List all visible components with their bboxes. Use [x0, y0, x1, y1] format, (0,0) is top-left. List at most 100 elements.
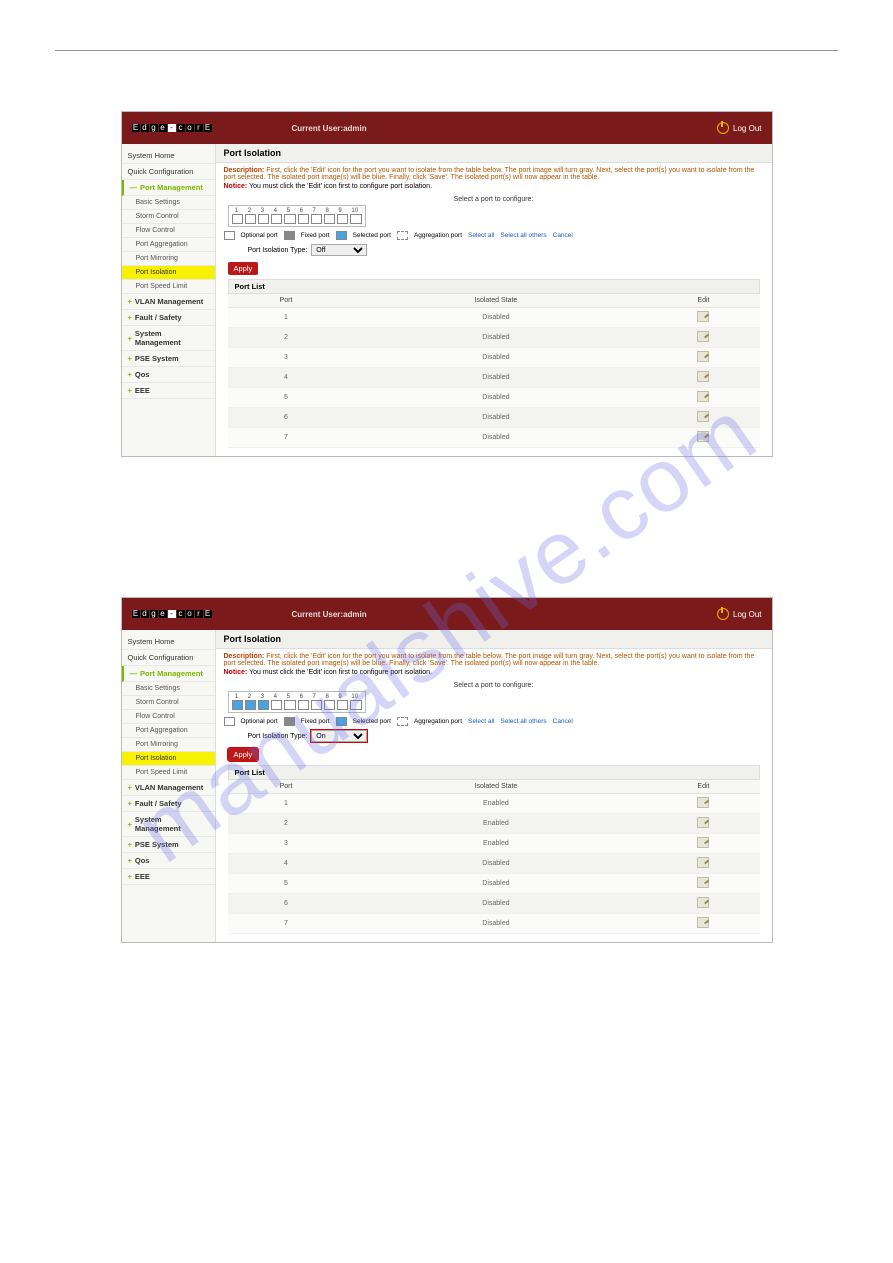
edit-icon[interactable] [697, 837, 709, 848]
cell-edit [647, 388, 759, 408]
sidebar-item-system-mgmt[interactable]: +System Management [122, 812, 215, 837]
logout-label: Log Out [733, 610, 761, 619]
current-user: Current User:admin [292, 610, 367, 619]
sidebar-item-pse-system[interactable]: +PSE System [122, 837, 215, 853]
sidebar-item-qos[interactable]: +Qos [122, 367, 215, 383]
sidebar-item-system-mgmt[interactable]: +System Management [122, 326, 215, 351]
sidebar-item-storm-control[interactable]: Storm Control [122, 696, 215, 710]
sidebar-item-fault-safety[interactable]: +Fault / Safety [122, 310, 215, 326]
select-all-others-link[interactable]: Select all others [500, 232, 546, 239]
cell-port: 7 [228, 428, 345, 448]
sidebar-item-flow-control[interactable]: Flow Control [122, 710, 215, 724]
isolation-type-select[interactable]: On [311, 730, 367, 742]
port-slot-5[interactable] [284, 214, 295, 224]
port-slot-4[interactable] [271, 214, 282, 224]
port-slot-7[interactable] [311, 214, 322, 224]
sidebar-item-storm-control[interactable]: Storm Control [122, 210, 215, 224]
panel-title: Port Isolation [216, 630, 772, 649]
sidebar-item-flow-control[interactable]: Flow Control [122, 224, 215, 238]
sidebar-item-port-aggregation[interactable]: Port Aggregation [122, 238, 215, 252]
sidebar-item-eee[interactable]: +EEE [122, 383, 215, 399]
select-all-others-link[interactable]: Select all others [500, 718, 546, 725]
edit-icon[interactable] [697, 797, 709, 808]
edit-icon[interactable] [697, 411, 709, 422]
sidebar-item-port-isolation[interactable]: Port Isolation [122, 266, 215, 280]
edit-icon[interactable] [697, 877, 709, 888]
brand-logo: Edge-corE [132, 124, 212, 132]
port-selector: 12345678910 [228, 205, 366, 227]
port-slot-3[interactable] [258, 214, 269, 224]
sidebar-item-port-speed-limit[interactable]: Port Speed Limit [122, 766, 215, 780]
sidebar-item-quick-config[interactable]: Quick Configuration [122, 650, 215, 666]
cell-port: 6 [228, 408, 345, 428]
sidebar: System Home Quick Configuration —Port Ma… [122, 144, 216, 456]
sidebar-item-quick-config[interactable]: Quick Configuration [122, 164, 215, 180]
edit-icon[interactable] [697, 371, 709, 382]
plus-icon: + [128, 872, 132, 881]
select-all-link[interactable]: Select all [468, 718, 494, 725]
port-slot-8[interactable] [324, 700, 335, 710]
sidebar-item-vlan[interactable]: +VLAN Management [122, 294, 215, 310]
screenshot-1: Edge-corE Current User:admin Log Out Sys… [121, 111, 773, 457]
port-slot-1[interactable] [232, 700, 243, 710]
edit-icon[interactable] [697, 857, 709, 868]
sidebar-item-port-mirroring[interactable]: Port Mirroring [122, 252, 215, 266]
sidebar-item-eee[interactable]: +EEE [122, 869, 215, 885]
port-list-title: Port List [228, 279, 760, 294]
sidebar-item-pse-system[interactable]: +PSE System [122, 351, 215, 367]
sidebar-item-basic-settings[interactable]: Basic Settings [122, 196, 215, 210]
sidebar-item-port-management[interactable]: —Port Management [122, 666, 215, 682]
edit-icon[interactable] [697, 351, 709, 362]
sidebar-item-system-home[interactable]: System Home [122, 634, 215, 650]
edit-icon[interactable] [697, 917, 709, 928]
sidebar-item-port-isolation[interactable]: Port Isolation [122, 752, 215, 766]
port-slot-3[interactable] [258, 700, 269, 710]
cancel-link[interactable]: Cancel [553, 718, 573, 725]
edit-icon[interactable] [697, 331, 709, 342]
table-row: 1Disabled [228, 308, 760, 328]
sidebar-item-system-home[interactable]: System Home [122, 148, 215, 164]
port-slot-6[interactable] [298, 214, 309, 224]
sidebar-item-port-speed-limit[interactable]: Port Speed Limit [122, 280, 215, 294]
sidebar-item-port-management[interactable]: —Port Management [122, 180, 215, 196]
edit-icon[interactable] [697, 391, 709, 402]
edit-icon[interactable] [697, 897, 709, 908]
logout-link[interactable]: Log Out [717, 608, 761, 620]
table-row: 3Enabled [228, 834, 760, 854]
sidebar-item-qos[interactable]: +Qos [122, 853, 215, 869]
aggregation-port-icon [397, 717, 408, 726]
minus-icon: — [130, 183, 138, 192]
port-slot-9[interactable] [337, 214, 348, 224]
port-slot-10[interactable] [350, 700, 361, 710]
port-slot-8[interactable] [324, 214, 335, 224]
apply-button[interactable]: Apply [228, 262, 259, 275]
isolation-type-select[interactable]: Off [311, 244, 367, 256]
port-slot-2[interactable] [245, 700, 256, 710]
edit-icon[interactable] [697, 311, 709, 322]
cancel-link[interactable]: Cancel [553, 232, 573, 239]
cell-state: Disabled [344, 328, 647, 348]
edit-icon[interactable] [697, 431, 709, 442]
port-slot-7[interactable] [311, 700, 322, 710]
cell-edit [647, 328, 759, 348]
sidebar-item-vlan[interactable]: +VLAN Management [122, 780, 215, 796]
logout-link[interactable]: Log Out [717, 122, 761, 134]
apply-button[interactable]: Apply [228, 748, 259, 761]
sidebar-item-basic-settings[interactable]: Basic Settings [122, 682, 215, 696]
port-slot-9[interactable] [337, 700, 348, 710]
port-slot-1[interactable] [232, 214, 243, 224]
select-all-link[interactable]: Select all [468, 232, 494, 239]
port-slot-10[interactable] [350, 214, 361, 224]
port-slot-4[interactable] [271, 700, 282, 710]
sidebar-item-port-aggregation[interactable]: Port Aggregation [122, 724, 215, 738]
port-slot-2[interactable] [245, 214, 256, 224]
sidebar-item-fault-safety[interactable]: +Fault / Safety [122, 796, 215, 812]
edit-icon[interactable] [697, 817, 709, 828]
port-slots [232, 214, 362, 224]
port-slot-5[interactable] [284, 700, 295, 710]
screenshot-2: Edge-corE Current User:admin Log Out Sys… [121, 597, 773, 943]
port-slot-6[interactable] [298, 700, 309, 710]
main-panel: Port Isolation Description: First, click… [216, 144, 772, 456]
sidebar-item-port-mirroring[interactable]: Port Mirroring [122, 738, 215, 752]
cell-edit [647, 894, 759, 914]
